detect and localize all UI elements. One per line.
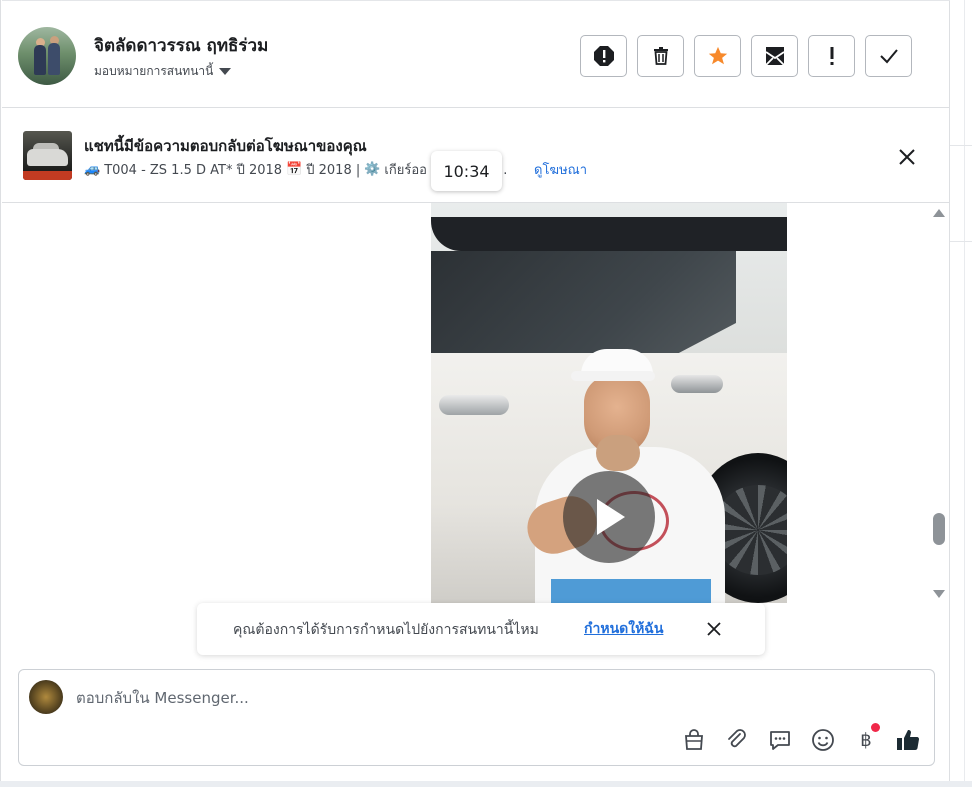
scrollbar-thumb[interactable]	[933, 513, 945, 545]
bottom-edge	[0, 781, 972, 787]
close-banner-button[interactable]	[894, 144, 920, 170]
spam-button[interactable]	[580, 35, 627, 77]
spam-icon	[593, 46, 614, 66]
mark-unread-icon	[764, 47, 785, 66]
attach-button[interactable]	[724, 727, 750, 753]
mark-unread-button[interactable]	[751, 35, 798, 77]
close-icon	[707, 622, 721, 636]
adjacent-panel-edge	[950, 0, 972, 787]
close-assign-prompt-button[interactable]	[703, 618, 725, 640]
timestamp-tooltip: 10:34	[431, 151, 502, 191]
baht-icon: ฿	[860, 729, 872, 751]
done-button[interactable]	[865, 35, 912, 77]
star-button[interactable]	[694, 35, 741, 77]
check-icon	[879, 49, 898, 64]
notification-dot	[871, 723, 880, 732]
saved-replies-button[interactable]	[767, 727, 793, 753]
conversation-header: จิตลัดดาวรรณ ฤทธิร่วม มอบหมายการสนทนานี้	[2, 0, 950, 108]
reply-composer: ฿	[18, 669, 935, 766]
star-icon	[708, 46, 727, 65]
assign-conversation-dropdown[interactable]: มอบหมายการสนทนานี้	[94, 62, 232, 81]
play-button[interactable]	[563, 471, 655, 563]
smiley-icon	[812, 729, 834, 751]
car-emoji-icon: 🚙	[84, 162, 101, 177]
contact-name[interactable]: จิตลัดดาวรรณ ฤทธิร่วม	[94, 32, 268, 59]
play-icon	[597, 499, 625, 535]
close-icon	[899, 149, 915, 165]
delete-button[interactable]	[637, 35, 684, 77]
shop-button[interactable]	[681, 727, 707, 753]
gear-emoji-icon: ⚙️	[364, 162, 381, 177]
ad-thumbnail[interactable]	[23, 131, 72, 180]
shopping-bag-icon	[685, 729, 703, 750]
scrollbar[interactable]	[931, 207, 945, 599]
payment-button[interactable]: ฿	[853, 723, 880, 753]
trash-icon	[653, 47, 668, 65]
ad-gear-text: เกียร์ออ	[384, 163, 427, 178]
ad-year-text: ปี 2018 |	[306, 163, 361, 178]
conversation-panel: จิตลัดดาวรรณ ฤทธิร่วม มอบหมายการสนทนานี้…	[0, 0, 950, 781]
page-avatar	[29, 680, 63, 714]
contact-avatar[interactable]	[18, 27, 76, 85]
chat-bubble-icon	[770, 731, 790, 750]
scroll-down-arrow-icon[interactable]	[933, 590, 945, 598]
calendar-emoji-icon: 📅	[286, 162, 303, 177]
ad-banner-title: แชทนี้มีข้อความตอบกลับต่อโฆษณาของคุณ	[84, 137, 367, 155]
assign-prompt: คุณต้องการได้รับการกำหนดไปยังการสนทนานี้…	[197, 603, 765, 655]
follow-up-button[interactable]	[808, 35, 855, 77]
video-message[interactable]	[431, 203, 787, 603]
assign-to-me-link[interactable]: กำหนดให้ฉัน	[584, 618, 663, 640]
emoji-button[interactable]	[810, 727, 836, 753]
paperclip-icon	[728, 729, 746, 748]
reply-input[interactable]	[76, 687, 896, 709]
scroll-up-arrow-icon[interactable]	[933, 209, 945, 217]
message-thread	[2, 203, 950, 658]
assign-label: มอบหมายการสนทนานี้	[94, 64, 214, 78]
exclamation-icon	[830, 47, 833, 65]
view-ad-link[interactable]: ดูโฆษณา	[534, 159, 587, 180]
caret-down-icon	[219, 68, 232, 75]
assign-prompt-text: คุณต้องการได้รับการกำหนดไปยังการสนทนานี้…	[233, 622, 539, 638]
like-button[interactable]	[895, 727, 921, 753]
ad-model-text: T004 - ZS 1.5 D AT* ปี 2018	[104, 163, 283, 178]
thumbs-up-icon	[897, 729, 920, 751]
